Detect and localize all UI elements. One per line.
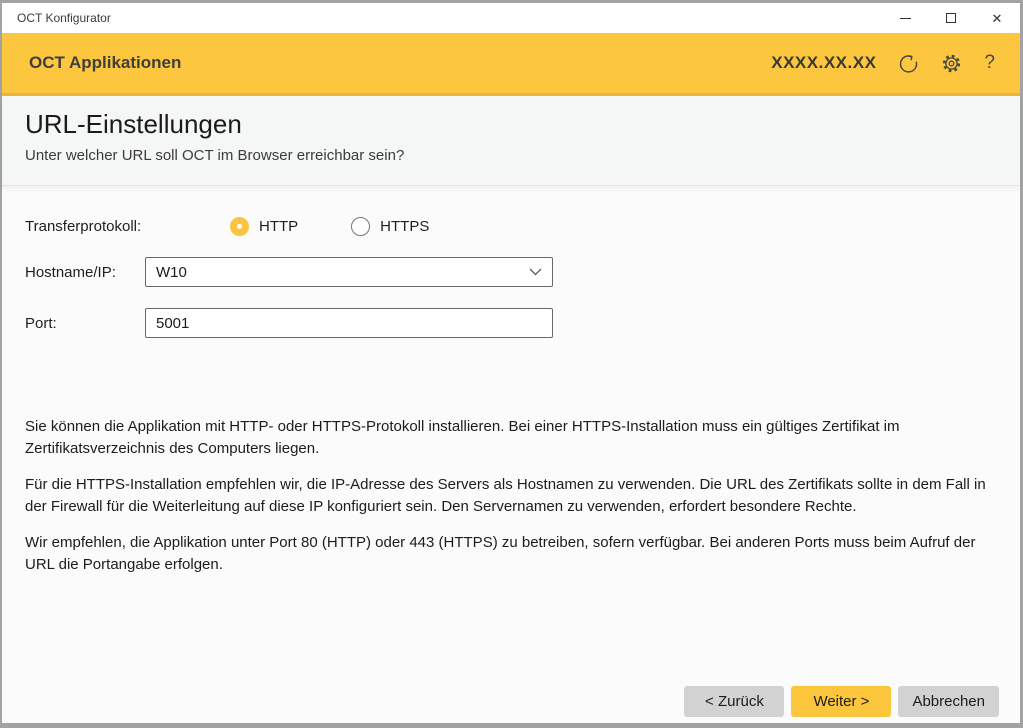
protocol-row: Transferprotokoll: HTTP HTTPS bbox=[25, 211, 995, 241]
back-button[interactable]: < Zurück bbox=[684, 686, 784, 717]
info-text-block: Sie können die Applikation mit HTTP- ode… bbox=[25, 416, 995, 576]
version-text: XXXX.XX.XX bbox=[771, 53, 876, 73]
window-controls: ✕ bbox=[882, 3, 1020, 33]
hostname-value: W10 bbox=[156, 264, 529, 281]
chevron-down-icon bbox=[529, 268, 542, 276]
radio-https-label: HTTPS bbox=[380, 218, 429, 235]
protocol-radio-group: HTTP HTTPS bbox=[230, 211, 429, 241]
radio-http-circle-icon bbox=[230, 217, 249, 236]
app-window: OCT Konfigurator ✕ OCT Applikationen XXX… bbox=[2, 3, 1020, 723]
content-area: Transferprotokoll: HTTP HTTPS Hostname/I… bbox=[2, 185, 1020, 723]
page-title: URL-Einstellungen bbox=[25, 109, 997, 140]
next-button[interactable]: Weiter > bbox=[791, 686, 891, 717]
radio-https[interactable]: HTTPS bbox=[351, 217, 429, 236]
protocol-label: Transferprotokoll: bbox=[25, 218, 145, 235]
app-header-bar: OCT Applikationen XXXX.XX.XX ? bbox=[2, 33, 1020, 96]
info-paragraph-https: Für die HTTPS-Installation empfehlen wir… bbox=[25, 474, 992, 518]
page-header: URL-Einstellungen Unter welcher URL soll… bbox=[2, 96, 1020, 185]
app-header-actions: XXXX.XX.XX ? bbox=[771, 52, 995, 74]
radio-http-label: HTTP bbox=[259, 218, 298, 235]
wizard-footer: < Zurück Weiter > Abbrechen bbox=[684, 686, 999, 717]
title-bar: OCT Konfigurator ✕ bbox=[2, 3, 1020, 33]
refresh-icon[interactable] bbox=[898, 53, 919, 74]
app-title: OCT Applikationen bbox=[29, 53, 771, 73]
maximize-button[interactable] bbox=[928, 3, 974, 33]
radio-http[interactable]: HTTP bbox=[230, 217, 298, 236]
minimize-icon bbox=[900, 18, 911, 19]
hostname-row: Hostname/IP: W10 bbox=[25, 257, 995, 287]
close-button[interactable]: ✕ bbox=[974, 3, 1020, 33]
radio-https-circle-icon bbox=[351, 217, 370, 236]
page-subtitle: Unter welcher URL soll OCT im Browser er… bbox=[25, 147, 997, 164]
gear-icon[interactable] bbox=[941, 53, 962, 74]
info-paragraph-port: Wir empfehlen, die Applikation unter Por… bbox=[25, 532, 992, 576]
cancel-button[interactable]: Abbrechen bbox=[898, 686, 999, 717]
minimize-button[interactable] bbox=[882, 3, 928, 33]
help-icon[interactable]: ? bbox=[984, 52, 995, 74]
port-label: Port: bbox=[25, 315, 145, 332]
close-icon: ✕ bbox=[992, 12, 1003, 25]
maximize-icon bbox=[946, 13, 956, 23]
info-paragraph-protocol: Sie können die Applikation mit HTTP- ode… bbox=[25, 416, 992, 460]
port-row: Port: bbox=[25, 308, 995, 338]
hostname-combobox[interactable]: W10 bbox=[145, 257, 553, 287]
window-title: OCT Konfigurator bbox=[2, 11, 882, 25]
port-input[interactable] bbox=[145, 308, 553, 338]
hostname-label: Hostname/IP: bbox=[25, 264, 145, 281]
